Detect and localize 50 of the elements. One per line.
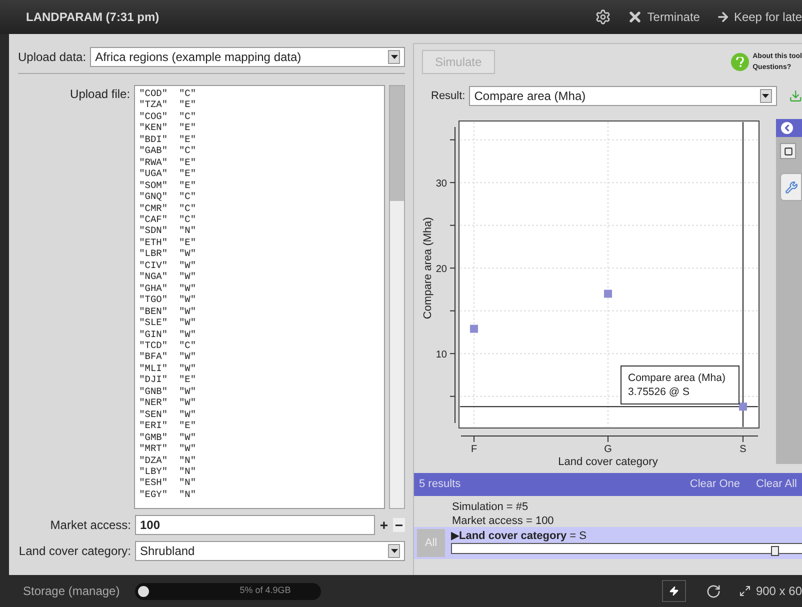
result-label: Result:: [431, 88, 466, 104]
x-tick-label: F: [470, 444, 478, 455]
lightning-icon: [668, 586, 679, 596]
upload-data-label: Upload data:: [18, 49, 86, 66]
data-point: [604, 290, 612, 298]
terminate-button[interactable]: Terminate: [627, 8, 700, 26]
results-count: 5 results: [419, 477, 461, 492]
storage-link[interactable]: Storage (manage): [23, 582, 120, 600]
result-select[interactable]: Compare area (Mha): [469, 86, 777, 106]
y-tick-label: 30: [436, 178, 447, 190]
storage-text: 5% of 4.9GB: [240, 584, 291, 598]
refresh-icon[interactable]: [706, 584, 721, 598]
keep-button[interactable]: Keep for late: [716, 8, 802, 26]
upload-data-select[interactable]: Africa regions (example mapping data): [90, 47, 405, 67]
wrench-button[interactable]: [780, 173, 802, 201]
upload-file-text-area[interactable]: "COD" "C" "TZA" "E" "COG" "C" "KEN" "E" "BDI" "E" "GAB" "C" "RWA" "E" "UGA" "E" "SOM" "E" "GNQ" "C" "CMR" "C" "CAF" "C" "SDN" "N" "ETH" "E" "LBR" "W" "CIV" "W" "NGA" "W" "GHA" "W" "TGO" "W" "BEN" "W" "SLE" "W" "GIN" "W" "TCD" "C" "BFA" "W" "MLI" "W" "DJI" "E" "GNB" "W" "NER" "W" "SEN" "W" "ERI" "E" "GMB" "W" "MRT" "W" "DZA" "N" "LBY" "N" "ESH" "N" "EGY" "N": [134, 85, 386, 509]
increment-button[interactable]: +: [379, 518, 389, 532]
square-button[interactable]: [780, 143, 796, 159]
collapse-button[interactable]: [776, 119, 802, 137]
slider-thumb[interactable]: [770, 546, 779, 556]
x-axis-label: Land cover category: [558, 456, 658, 468]
flash-button[interactable]: [662, 580, 686, 602]
land-cover-select[interactable]: Shrubland: [135, 541, 405, 561]
wrench-icon: [784, 180, 798, 194]
y-axis-label: Compare area (Mha): [422, 217, 434, 320]
chevron-left-icon: [782, 123, 792, 133]
result-parameter[interactable]: ▶Land cover category = S: [451, 529, 802, 543]
land-cover-label: Land cover category:: [18, 543, 131, 560]
x-tick-label: G: [604, 444, 612, 455]
tooltip: Compare area (Mha) 3.75526 @ S: [620, 366, 740, 404]
window-size: 900 x 60: [756, 583, 802, 600]
square-icon: [784, 146, 792, 156]
settings-icon[interactable]: [595, 9, 612, 25]
result-parameter: Market access = 100: [451, 514, 555, 527]
category-slider[interactable]: [451, 543, 802, 554]
data-point: [739, 402, 747, 411]
upload-file-label: Upload file:: [69, 86, 130, 103]
window-title: LANDPARAM (7:31 pm): [26, 9, 160, 26]
y-tick-label: 20: [436, 264, 447, 276]
x-tick-label: S: [740, 444, 746, 455]
scrollbar[interactable]: [389, 85, 405, 509]
y-tick-label: 10: [436, 350, 447, 361]
decrement-button[interactable]: −: [393, 518, 405, 532]
result-parameter: Simulation = #5: [451, 500, 530, 513]
market-access-input[interactable]: 100: [135, 515, 375, 535]
resize-icon[interactable]: [738, 585, 751, 597]
clear-all-button[interactable]: Clear All: [756, 476, 797, 493]
close-icon: [627, 9, 644, 25]
clear-one-button[interactable]: Clear One: [690, 476, 740, 493]
market-access-label: Market access:: [49, 517, 131, 534]
